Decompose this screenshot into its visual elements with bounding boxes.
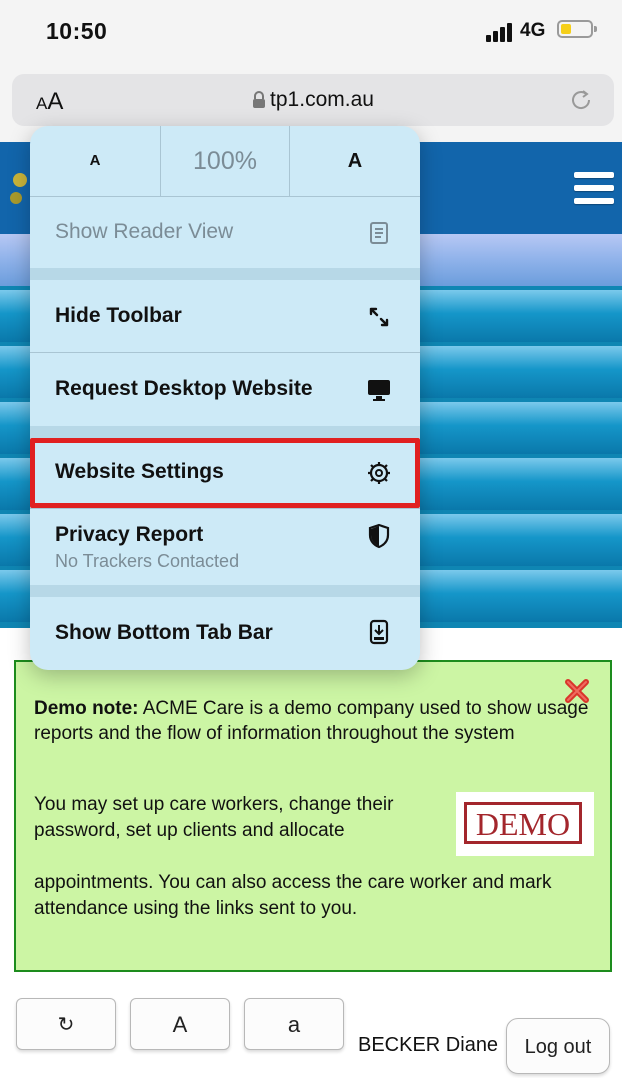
reload-icon[interactable] bbox=[568, 87, 594, 113]
selection-highlight bbox=[30, 438, 420, 508]
url-text: tp1.com.au bbox=[270, 88, 374, 111]
menu-item-label: Show Reader View bbox=[55, 220, 234, 243]
demo-note-panel: Demo note: ACME Care is a demo company u… bbox=[14, 660, 612, 972]
status-bar: 10:50 4G bbox=[0, 0, 622, 64]
menu-item-label: Privacy Report bbox=[55, 523, 204, 546]
menu-item-privacy-report[interactable]: Privacy Report No Trackers Contacted bbox=[30, 509, 420, 585]
menu-item-hide-toolbar[interactable]: Hide Toolbar bbox=[30, 280, 420, 352]
demo-badge-text: DEMO bbox=[464, 802, 582, 844]
network-type: 4G bbox=[520, 20, 546, 41]
menu-separator bbox=[30, 268, 420, 280]
font-larger-button[interactable]: A bbox=[130, 998, 230, 1050]
zoom-level[interactable]: 100% bbox=[160, 126, 290, 196]
signal-icon bbox=[486, 22, 514, 42]
refresh-button[interactable]: ↻ bbox=[16, 998, 116, 1050]
phone-download-icon bbox=[369, 619, 389, 645]
demo-badge: DEMO bbox=[456, 792, 594, 856]
menu-item-sublabel: No Trackers Contacted bbox=[55, 551, 240, 571]
demo-note-instructions: You may set up care workers, change thei… bbox=[34, 794, 394, 841]
user-name: BECKER Diane bbox=[358, 1034, 499, 1056]
arrows-diagonal-icon bbox=[369, 307, 389, 327]
battery-icon bbox=[557, 20, 597, 38]
status-time: 10:50 bbox=[46, 18, 108, 44]
monitor-icon bbox=[368, 380, 390, 401]
font-smaller-button[interactable]: a bbox=[244, 998, 344, 1050]
menu-item-label: Show Bottom Tab Bar bbox=[55, 621, 273, 644]
logout-button[interactable]: Log out bbox=[506, 1018, 610, 1074]
demo-note-instructions-cont: appointments. You can also access the ca… bbox=[34, 872, 552, 919]
zoom-out-button[interactable]: A bbox=[30, 126, 160, 196]
shield-icon bbox=[368, 523, 390, 549]
menu-separator bbox=[30, 426, 420, 438]
zoom-in-button[interactable]: A bbox=[290, 126, 420, 196]
demo-note-text: Demo note: ACME Care is a demo company u… bbox=[34, 696, 594, 746]
menu-item-reader-view[interactable]: Show Reader View bbox=[30, 196, 420, 268]
reader-icon bbox=[370, 222, 388, 244]
page-settings-menu: A 100% A Show Reader View Hide Toolbar R… bbox=[30, 126, 420, 670]
menu-item-request-desktop[interactable]: Request Desktop Website bbox=[30, 353, 420, 425]
address-bar[interactable]: AA tp1.com.au bbox=[12, 74, 614, 126]
menu-item-label: Request Desktop Website bbox=[55, 377, 313, 400]
hamburger-menu-icon[interactable] bbox=[574, 170, 614, 206]
url-display[interactable]: tp1.com.au bbox=[12, 88, 614, 112]
menu-separator bbox=[30, 585, 420, 597]
menu-item-label: Hide Toolbar bbox=[55, 304, 182, 327]
demo-note-heading: Demo note: bbox=[34, 698, 139, 719]
lock-icon bbox=[253, 91, 266, 109]
zoom-controls: A 100% A bbox=[30, 126, 420, 197]
menu-item-show-bottom-tab-bar[interactable]: Show Bottom Tab Bar bbox=[30, 597, 420, 670]
